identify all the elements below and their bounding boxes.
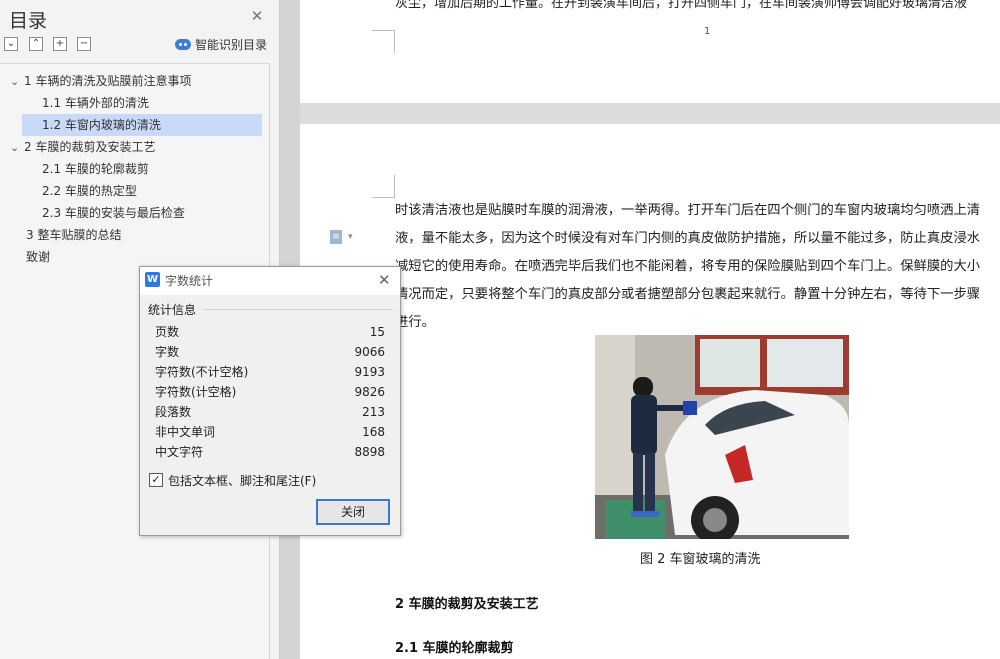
stat-row: 字符数(计空格) 9826 [155,382,385,402]
smart-recognize-label: 智能识别目录 [195,38,268,52]
toc-item-1-1[interactable]: 1.1 车辆外部的清洗 [42,92,149,114]
stat-value: 8898 [354,445,385,459]
stat-value: 9066 [354,345,385,359]
dialog-titlebar[interactable]: W 字数统计 ✕ [140,267,400,295]
include-textbox-checkbox[interactable]: ✓ [149,473,163,487]
toc-item-label: 2.2 车膜的热定型 [42,184,137,198]
wps-writer-icon: W [145,272,160,287]
close-icon[interactable]: ✕ [378,271,391,289]
toc-item-label: 2 车膜的裁剪及安装工艺 [24,140,156,154]
dialog-title: 字数统计 [165,274,214,288]
stat-row: 中文字符 8898 [155,442,385,462]
stat-row: 段落数 213 [155,402,385,422]
stat-row: 页数 15 [155,322,385,342]
stat-label: 非中文单词 [155,425,216,439]
page-text-line: 灰尘，增加后期的工作量。在开到装潢车间后，打开四侧车门，在车间装潢师傅会调配好玻… [395,0,968,11]
toc-item-1[interactable]: ⌄ 1 车辆的清洗及贴膜前注意事项 [10,70,191,92]
stat-label: 段落数 [155,405,192,419]
add-heading-icon[interactable]: + [53,37,67,51]
toc-item-label: 1 车辆的清洗及贴膜前注意事项 [24,74,192,88]
stat-row: 字符数(不计空格) 9193 [155,362,385,382]
document-page-1: 灰尘，增加后期的工作量。在开到装潢车间后，打开四侧车门，在车间装潢师傅会调配好玻… [300,0,1000,103]
subsection-heading: 2.1 车膜的轮廓裁剪 [395,641,514,656]
stat-value: 213 [362,405,385,419]
remove-heading-icon[interactable]: − [77,37,91,51]
paragraph-line: 液，量不能太多，因为这个时候没有对车门内侧的真皮做防护措施，所以量不能过多，防止… [395,231,981,246]
page-number: 1 [704,26,711,37]
word-count-dialog: W 字数统计 ✕ 统计信息 页数 15 字数 9066 字符数(不计空格) 91… [139,266,401,536]
toc-item-label: 致谢 [26,250,51,264]
stat-value: 15 [369,325,385,339]
toc-item-2[interactable]: ⌄ 2 车膜的裁剪及安装工艺 [10,136,155,158]
toc-item-2-2[interactable]: 2.2 车膜的热定型 [42,180,137,202]
divider [203,309,393,310]
stat-row: 字数 9066 [155,342,385,362]
stat-value: 9826 [354,385,385,399]
stat-value: 9193 [354,365,385,379]
expand-up-icon[interactable]: ⌃ [29,37,43,51]
robot-icon [175,39,191,50]
stat-label: 字数 [155,345,180,359]
section-heading: 2 车膜的裁剪及安装工艺 [395,597,539,612]
photo-illustration [595,335,849,539]
stat-row: 非中文单词 168 [155,422,385,442]
toc-item-2-3[interactable]: 2.3 车膜的安装与最后检查 [42,202,185,224]
car-window-cleaning-photo [595,335,849,539]
stat-label: 字符数(计空格) [155,385,237,399]
paragraph-line: 减短它的使用寿命。在喷洒完毕后我们也不能闲着，将专用的保险膜贴到四个车门上。保鲜… [395,259,981,274]
close-icon[interactable]: ✕ [250,9,264,24]
sidebar-title: 目录 [9,10,48,32]
toc-item-2-1[interactable]: 2.1 车膜的轮廓裁剪 [42,158,149,180]
smart-recognize-toc-button[interactable]: 智能识别目录 [175,36,267,53]
stat-label: 页数 [155,325,180,339]
paragraph-line: 情况而定，只要将整个车门的真皮部分或者搪塑部分包裹起来就行。静置十分钟左右，等待… [395,287,981,302]
stat-label: 字符数(不计空格) [155,365,249,379]
toc-item-label: 2.1 车膜的轮廓裁剪 [42,162,149,176]
paragraph-icon[interactable]: ≡ [330,230,342,244]
toc-item-3[interactable]: 3 整车贴膜的总结 [26,224,121,246]
chevron-down-icon[interactable]: ▾ [348,232,353,242]
stats-group-label: 统计信息 [148,303,197,317]
stat-value: 168 [362,425,385,439]
chevron-down-icon[interactable]: ⌄ [10,137,24,159]
stat-label: 中文字符 [155,445,204,459]
toc-item-label: 2.3 车膜的安装与最后检查 [42,206,185,220]
toc-item-thanks[interactable]: 致谢 [26,246,50,268]
paragraph-line: 时该清洁液也是贴膜时车膜的润滑液，一举两得。打开车门后在四个侧门的车窗内玻璃均匀… [395,203,981,218]
toc-item-label: 1.2 车窗内玻璃的清洗 [42,118,161,132]
figure-caption: 图 2 车窗玻璃的清洗 [640,552,761,567]
toc-item-1-2[interactable]: 1.2 车窗内玻璃的清洗 [22,114,262,136]
chevron-down-icon[interactable]: ⌄ [10,71,24,93]
collapse-all-icon[interactable]: ⌄ [4,37,18,51]
crop-mark [372,175,395,198]
include-textbox-label[interactable]: 包括文本框、脚注和尾注(F) [168,472,316,489]
close-button[interactable]: 关闭 [316,499,390,525]
toc-item-label: 1.1 车辆外部的清洗 [42,96,149,110]
toc-item-label: 3 整车贴膜的总结 [26,228,122,242]
crop-mark [372,30,395,53]
